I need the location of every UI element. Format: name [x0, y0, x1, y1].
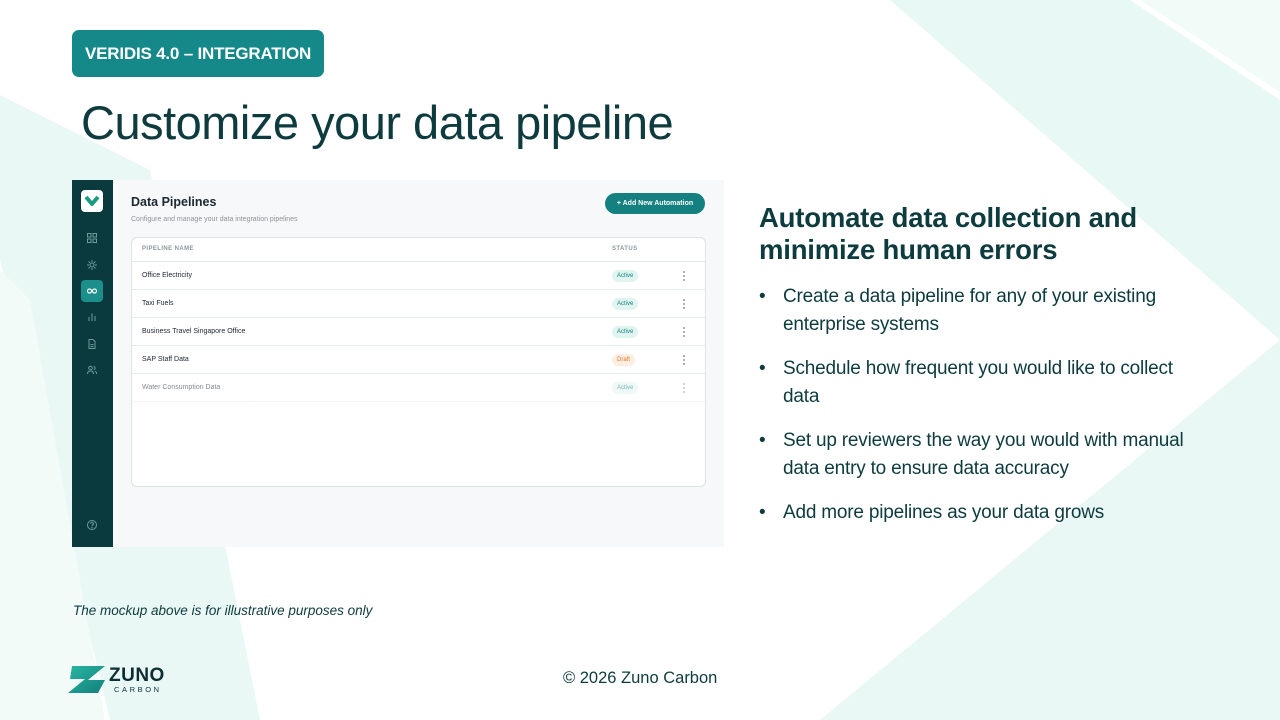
column-header-status: STATUS: [612, 246, 638, 252]
bar-chart-icon[interactable]: [81, 306, 103, 328]
pipeline-mockup: Data Pipelines Configure and manage your…: [72, 180, 724, 547]
pipeline-name: Water Consumption Data: [142, 384, 221, 391]
users-icon[interactable]: [81, 359, 103, 381]
help-icon[interactable]: [81, 514, 103, 536]
status-badge: Active: [612, 382, 639, 394]
pipelines-table: PIPELINE NAME STATUS Office Electricity A…: [131, 237, 706, 487]
bullet-item: Set up reviewers the way you would with …: [759, 427, 1199, 483]
bullet-item: Add more pipelines as your data grows: [759, 499, 1199, 527]
table-row[interactable]: Taxi Fuels Active: [132, 290, 705, 318]
status-badge: Active: [612, 326, 639, 338]
sun-icon[interactable]: [81, 254, 103, 276]
more-options-icon[interactable]: [681, 270, 687, 282]
pipeline-name: Taxi Fuels: [142, 300, 174, 307]
bullet-item: Create a data pipeline for any of your e…: [759, 283, 1199, 339]
table-row[interactable]: Business Travel Singapore Office Active: [132, 318, 705, 346]
section-heading: Automate data collection and minimize hu…: [759, 202, 1137, 265]
status-badge: Draft: [612, 354, 636, 366]
slide-title: Customize your data pipeline: [81, 96, 674, 149]
table-header: PIPELINE NAME STATUS: [132, 238, 705, 262]
table-row[interactable]: Office Electricity Active: [132, 262, 705, 290]
pipeline-name: Business Travel Singapore Office: [142, 328, 246, 335]
more-options-icon[interactable]: [681, 382, 687, 394]
brand-subtitle: CARBON: [114, 685, 162, 694]
more-options-icon[interactable]: [681, 354, 687, 366]
pipeline-name: Office Electricity: [142, 272, 193, 279]
pipeline-name: SAP Staff Data: [142, 356, 189, 363]
section-badge: VERIDIS 4.0 – INTEGRATION: [72, 30, 325, 77]
add-automation-button[interactable]: + Add New Automation: [605, 193, 705, 214]
brand-name: ZUNO: [109, 665, 165, 686]
disclaimer: The mockup above is for illustrative pur…: [73, 603, 373, 618]
grid-icon[interactable]: [81, 227, 103, 249]
table-row[interactable]: Water Consumption Data Active: [132, 374, 705, 402]
feature-bullets: Create a data pipeline for any of your e…: [759, 283, 1199, 543]
bullet-item: Schedule how frequent you would like to …: [759, 355, 1199, 411]
copyright: © 2026 Zuno Carbon: [563, 669, 718, 687]
link-icon[interactable]: [81, 280, 103, 302]
table-row[interactable]: SAP Staff Data Draft: [132, 346, 705, 374]
more-options-icon[interactable]: [681, 298, 687, 310]
column-header-name: PIPELINE NAME: [142, 246, 194, 252]
more-options-icon[interactable]: [681, 326, 687, 338]
mockup-page-title: Data Pipelines: [131, 195, 217, 209]
document-icon[interactable]: [81, 333, 103, 355]
status-badge: Active: [612, 270, 639, 282]
zuno-logo-icon: [68, 666, 105, 693]
brand-logo: ZUNO CARBON: [68, 664, 168, 695]
mockup-page-subtitle: Configure and manage your data integrati…: [131, 216, 298, 223]
status-badge: Active: [612, 298, 639, 310]
app-logo-icon: [81, 190, 103, 212]
mockup-sidebar: [72, 180, 113, 547]
